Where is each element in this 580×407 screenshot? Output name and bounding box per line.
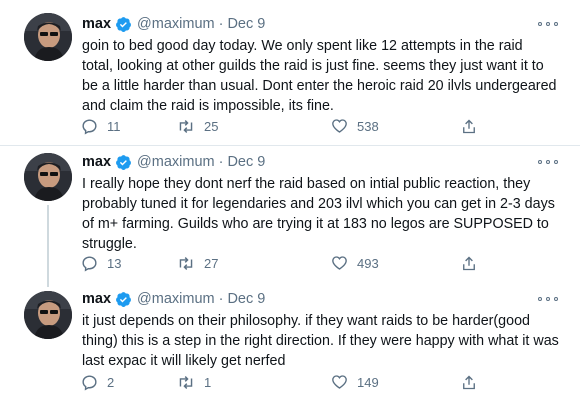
tweet[interactable]: max @maximum · Dec 9 it just depends on … <box>0 283 580 407</box>
share-button[interactable] <box>460 372 478 392</box>
tweet-text-line: thing) this is a step in the right direc… <box>82 333 559 349</box>
tweet-date[interactable]: Dec 9 <box>227 154 265 170</box>
tweet-text: goin to bed good day today. We only spen… <box>82 36 560 116</box>
tweet-text-line: and claim the raid is impossible, its fi… <box>82 98 334 114</box>
separator-dot: · <box>218 291 224 307</box>
tweet-date[interactable]: Dec 9 <box>227 291 265 307</box>
reply-icon <box>82 374 97 390</box>
tweet-actions: 13 27 493 <box>80 253 480 273</box>
share-button[interactable] <box>460 116 478 136</box>
reply-icon <box>82 255 97 271</box>
reply-count: 2 <box>107 374 115 390</box>
like-button[interactable]: 538 <box>330 116 379 136</box>
retweet-button[interactable]: 27 <box>176 253 218 273</box>
like-count: 493 <box>357 255 379 271</box>
reply-count: 13 <box>107 255 122 271</box>
retweet-count: 25 <box>204 118 219 134</box>
more-options-icon[interactable] <box>538 17 558 31</box>
retweet-button[interactable]: 1 <box>176 372 211 392</box>
avatar[interactable] <box>24 13 72 61</box>
retweet-icon <box>179 119 193 133</box>
retweet-count: 27 <box>204 255 219 271</box>
verified-badge-icon <box>116 154 131 170</box>
separator-dot: · <box>218 16 224 32</box>
heart-icon <box>332 256 347 270</box>
tweet-text: it just depends on their philosophy. if … <box>82 311 560 371</box>
tweet-header: max @maximum · Dec 9 <box>82 152 265 172</box>
avatar[interactable] <box>24 291 72 339</box>
share-icon <box>463 375 475 389</box>
user-handle[interactable]: @maximum <box>137 16 215 32</box>
heart-icon <box>332 119 347 133</box>
tweet-actions: 11 25 538 <box>80 116 480 136</box>
reply-icon <box>82 118 97 134</box>
share-icon <box>463 256 475 270</box>
tweet-header: max @maximum · Dec 9 <box>82 14 265 34</box>
retweet-icon <box>179 256 193 270</box>
retweet-button[interactable]: 25 <box>176 116 218 136</box>
display-name[interactable]: max <box>82 16 111 32</box>
verified-badge-icon <box>116 16 131 32</box>
share-icon <box>463 119 475 133</box>
retweet-count: 1 <box>204 374 212 390</box>
more-options-icon[interactable] <box>538 292 558 306</box>
tweet-text-line: total, looking at other guilds the raid … <box>82 58 544 74</box>
user-handle[interactable]: @maximum <box>137 154 215 170</box>
tweet[interactable]: max @maximum · Dec 9 goin to bed good da… <box>0 0 580 145</box>
reply-button[interactable]: 2 <box>80 372 114 392</box>
tweet-date[interactable]: Dec 9 <box>227 16 265 32</box>
share-button[interactable] <box>460 253 478 273</box>
retweet-icon <box>179 375 193 389</box>
separator-dot: · <box>218 154 224 170</box>
like-count: 149 <box>357 374 379 390</box>
tweet-text-line: probably tuned it for legendaries and 20… <box>82 196 555 212</box>
display-name[interactable]: max <box>82 154 111 170</box>
tweet-actions: 2 1 149 <box>80 372 480 392</box>
tweet-text-line: it just depends on their philosophy. if … <box>82 313 530 329</box>
reply-button[interactable]: 11 <box>80 116 121 136</box>
thread-connector-line <box>47 205 49 287</box>
tweet-text-line: struggle. <box>82 236 137 252</box>
reply-count: 11 <box>107 118 121 134</box>
heart-icon <box>332 375 347 389</box>
tweet-text-line: be a little harder than usual. Dont ente… <box>82 78 557 94</box>
tweet-header: max @maximum · Dec 9 <box>82 289 265 309</box>
tweet-text-line: of m+ farming. Guilds who are trying it … <box>82 216 549 232</box>
tweet-text-line: last expac it will likely get nerfed <box>82 353 286 369</box>
tweet-text: I really hope they dont nerf the raid ba… <box>82 174 560 254</box>
like-count: 538 <box>357 118 379 134</box>
avatar[interactable] <box>24 153 72 201</box>
tweet-text-line: I really hope they dont nerf the raid ba… <box>82 176 531 192</box>
user-handle[interactable]: @maximum <box>137 291 215 307</box>
tweet-text-line: goin to bed good day today. We only spen… <box>82 38 523 54</box>
like-button[interactable]: 493 <box>330 253 379 273</box>
reply-button[interactable]: 13 <box>80 253 121 273</box>
verified-badge-icon <box>116 291 131 307</box>
tweet[interactable]: max @maximum · Dec 9 I really hope they … <box>0 146 580 287</box>
more-options-icon[interactable] <box>538 155 558 169</box>
like-button[interactable]: 149 <box>330 372 379 392</box>
display-name[interactable]: max <box>82 291 111 307</box>
